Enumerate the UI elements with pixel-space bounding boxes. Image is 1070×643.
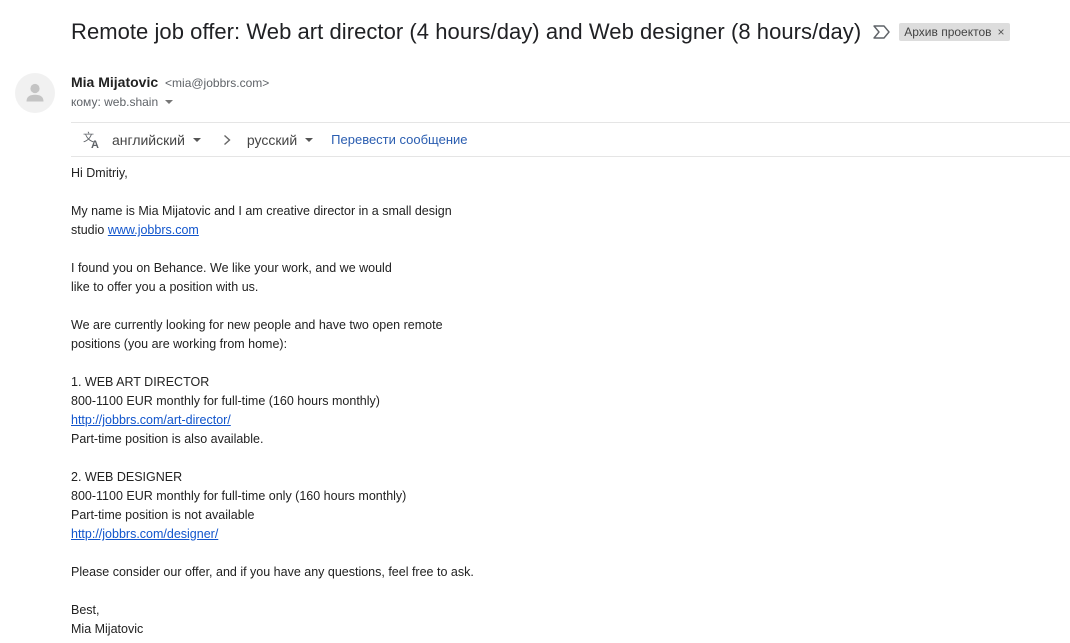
signature-block: Best, Mia Mijatovic (71, 601, 771, 639)
position-2: 2. WEB DESIGNER 800-1100 EUR monthly for… (71, 468, 771, 544)
position-1: 1. WEB ART DIRECTOR 800-1100 EUR monthly… (71, 373, 771, 449)
closing-paragraph: Please consider our offer, and if you ha… (71, 563, 771, 582)
looking-line-1: We are currently looking for new people … (71, 318, 443, 332)
found-line-2: like to offer you a position with us. (71, 280, 259, 294)
recipient-details-toggle[interactable]: кому: web.shain (71, 95, 269, 109)
position-2-pay: 800-1100 EUR monthly for full-time only … (71, 489, 407, 503)
sender-block: Mia Mijatovic <mia@jobbrs.com> кому: web… (71, 74, 269, 109)
chevron-right-icon (223, 134, 231, 145)
remove-label-icon[interactable]: × (998, 25, 1005, 39)
position-2-title: 2. WEB DESIGNER (71, 470, 183, 484)
chevron-down-icon (305, 137, 314, 142)
position-1-pay: 800-1100 EUR monthly for full-time (160 … (71, 394, 380, 408)
translate-message-link[interactable]: Перевести сообщение (331, 132, 467, 147)
position-1-title: 1. WEB ART DIRECTOR (71, 375, 210, 389)
intro-line-1: My name is Mia Mijatovic and I am creati… (71, 204, 452, 218)
intro-paragraph: My name is Mia Mijatovic and I am creati… (71, 202, 771, 240)
greeting: Hi Dmitriy, (71, 164, 771, 183)
email-subject: Remote job offer: Web art director (4 ho… (71, 19, 862, 44)
svg-text:A: A (91, 139, 99, 150)
position-1-link[interactable]: http://jobbrs.com/art-director/ (71, 413, 231, 427)
avatar[interactable] (15, 73, 55, 113)
chevron-down-icon (192, 137, 201, 142)
important-marker-icon[interactable] (873, 25, 891, 39)
signoff: Best, (71, 603, 100, 617)
signature: Mia Mijatovic (71, 622, 144, 636)
translate-icon: 文 A (83, 130, 99, 150)
person-icon (26, 83, 44, 102)
target-language-label: русский (246, 131, 298, 148)
source-language-label: английский (112, 131, 185, 148)
sender-name[interactable]: Mia Mijatovic (71, 74, 158, 90)
recipient-line: кому: web.shain (71, 95, 159, 109)
greeting-text: Hi Dmitriy, (71, 166, 128, 180)
target-language-select[interactable]: русский (246, 131, 314, 148)
message-body: Hi Dmitriy, My name is Mia Mijatovic and… (71, 164, 771, 643)
chevron-down-icon (165, 100, 174, 104)
source-language-select[interactable]: английский (112, 132, 201, 148)
position-2-link[interactable]: http://jobbrs.com/designer/ (71, 527, 218, 541)
studio-link[interactable]: www.jobbrs.com (108, 223, 199, 237)
subject-row: Remote job offer: Web art director (4 ho… (71, 15, 1010, 49)
position-1-note: Part-time position is also available. (71, 432, 264, 446)
label-chip[interactable]: Архив проектов × (899, 23, 1010, 41)
found-paragraph: I found you on Behance. We like your wor… (71, 259, 771, 297)
email-view: Remote job offer: Web art director (4 ho… (0, 0, 1070, 643)
looking-paragraph: We are currently looking for new people … (71, 316, 771, 354)
looking-line-2: positions (you are working from home): (71, 337, 288, 351)
closing-text: Please consider our offer, and if you ha… (71, 565, 474, 579)
sender-line: Mia Mijatovic <mia@jobbrs.com> (71, 74, 269, 90)
translate-bar: 文 A английский русский Перевести сообщен… (71, 122, 1070, 157)
sender-email: <mia@jobbrs.com> (165, 76, 270, 90)
intro-line-2: studio (71, 223, 108, 237)
found-line-1: I found you on Behance. We like your wor… (71, 261, 392, 275)
label-chip-text: Архив проектов (904, 25, 992, 39)
position-2-note: Part-time position is not available (71, 508, 255, 522)
